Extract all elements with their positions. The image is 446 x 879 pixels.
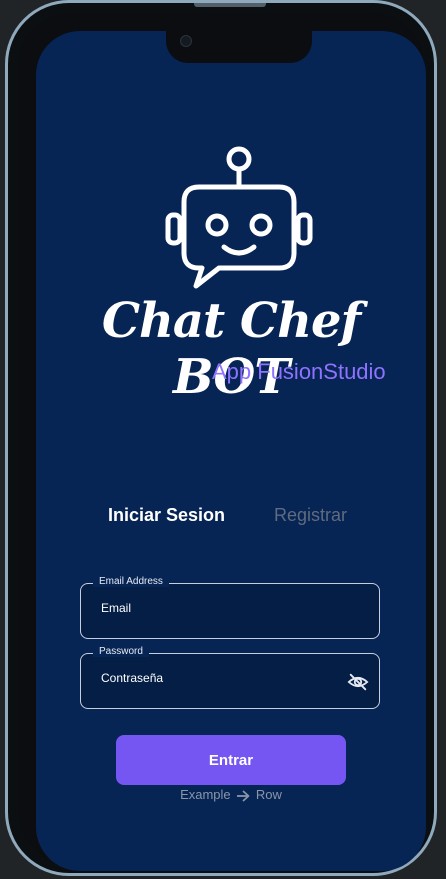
password-field: Password <box>80 646 380 709</box>
device-background: Chat Chef BOT App FusionStudio Iniciar S… <box>0 0 446 879</box>
app-title: Chat Chef BOT <box>101 293 361 405</box>
app-subtitle: App FusionStudio <box>212 359 386 384</box>
robot-chat-bubble-icon <box>165 146 313 289</box>
auth-tabs: Iniciar Sesion Registrar <box>36 505 426 535</box>
email-field: Email Address <box>80 576 380 639</box>
phone-bezel: Chat Chef BOT App FusionStudio Iniciar S… <box>18 13 426 871</box>
app-screen: Chat Chef BOT App FusionStudio Iniciar S… <box>36 31 426 871</box>
phone-top-button <box>194 3 266 7</box>
row-label: Row <box>255 787 282 802</box>
phone-frame: Chat Chef BOT App FusionStudio Iniciar S… <box>5 0 437 876</box>
submit-button[interactable]: Entrar <box>116 735 346 785</box>
password-input[interactable] <box>99 670 343 686</box>
example-row-link[interactable]: Example Row <box>36 787 426 802</box>
tab-login[interactable]: Iniciar Sesion <box>108 505 225 526</box>
phone-notch <box>166 31 312 63</box>
email-input[interactable] <box>99 600 343 616</box>
arrow-right-icon <box>237 789 250 802</box>
example-label: Example <box>180 787 231 802</box>
eye-off-icon[interactable] <box>347 671 369 693</box>
camera-icon <box>180 35 192 47</box>
tab-register[interactable]: Registrar <box>274 505 347 526</box>
password-label: Password <box>93 646 149 657</box>
email-label: Email Address <box>93 576 169 587</box>
